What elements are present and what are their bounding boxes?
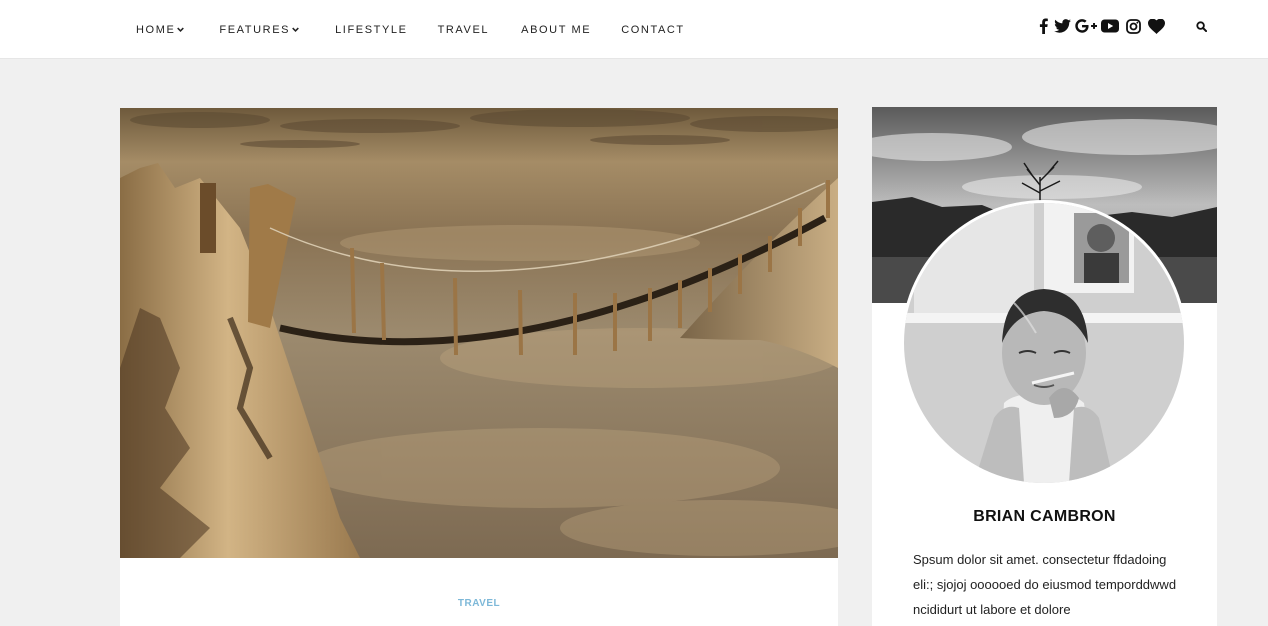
author-widget: BRIAN CAMBRON Spsum dolor sit amet. cons…: [872, 107, 1217, 626]
author-avatar[interactable]: [904, 203, 1184, 483]
nav-item-label: LIFESTYLE: [335, 23, 408, 36]
nav-item-label: FEATURES: [219, 23, 291, 36]
post-category-link[interactable]: TRAVEL: [120, 598, 838, 609]
instagram-icon[interactable]: [1123, 16, 1143, 36]
chevron-down-icon: [177, 27, 185, 32]
social-links: [1037, 16, 1166, 36]
nav-item-home[interactable]: HOME: [136, 23, 185, 36]
nav-item-features[interactable]: FEATURES: [219, 24, 299, 36]
featured-post-card: TRAVEL: [120, 108, 838, 626]
twitter-icon[interactable]: [1052, 16, 1072, 36]
nav-item-label: HOME: [136, 23, 176, 36]
nav-item-lifestyle[interactable]: LIFESTYLE: [335, 24, 407, 36]
nav-item-label: TRAVEL: [437, 23, 490, 36]
author-bio: Spsum dolor sit amet. consectetur ffdado…: [913, 552, 1177, 617]
facebook-icon[interactable]: [1037, 16, 1049, 36]
top-navbar: HOME FEATURES LIFESTYLE TRAVEL ABOUT ME …: [0, 0, 1268, 59]
nav-item-about-me[interactable]: ABOUT ME: [521, 24, 591, 36]
heart-icon[interactable]: [1146, 16, 1166, 36]
author-name: BRIAN CAMBRON: [973, 508, 1116, 525]
google-plus-icon[interactable]: [1075, 16, 1097, 36]
nav-item-label: CONTACT: [621, 23, 685, 36]
nav-item-travel[interactable]: TRAVEL: [438, 24, 490, 36]
post-hero-image[interactable]: [120, 108, 838, 558]
main-nav: HOME FEATURES LIFESTYLE TRAVEL ABOUT ME …: [136, 0, 685, 59]
nav-item-label: ABOUT ME: [521, 23, 592, 36]
chevron-down-icon: [292, 27, 299, 32]
search-icon: [1195, 20, 1207, 32]
nav-item-contact[interactable]: CONTACT: [621, 24, 685, 36]
youtube-icon[interactable]: [1100, 16, 1120, 36]
search-button[interactable]: [1193, 18, 1209, 34]
